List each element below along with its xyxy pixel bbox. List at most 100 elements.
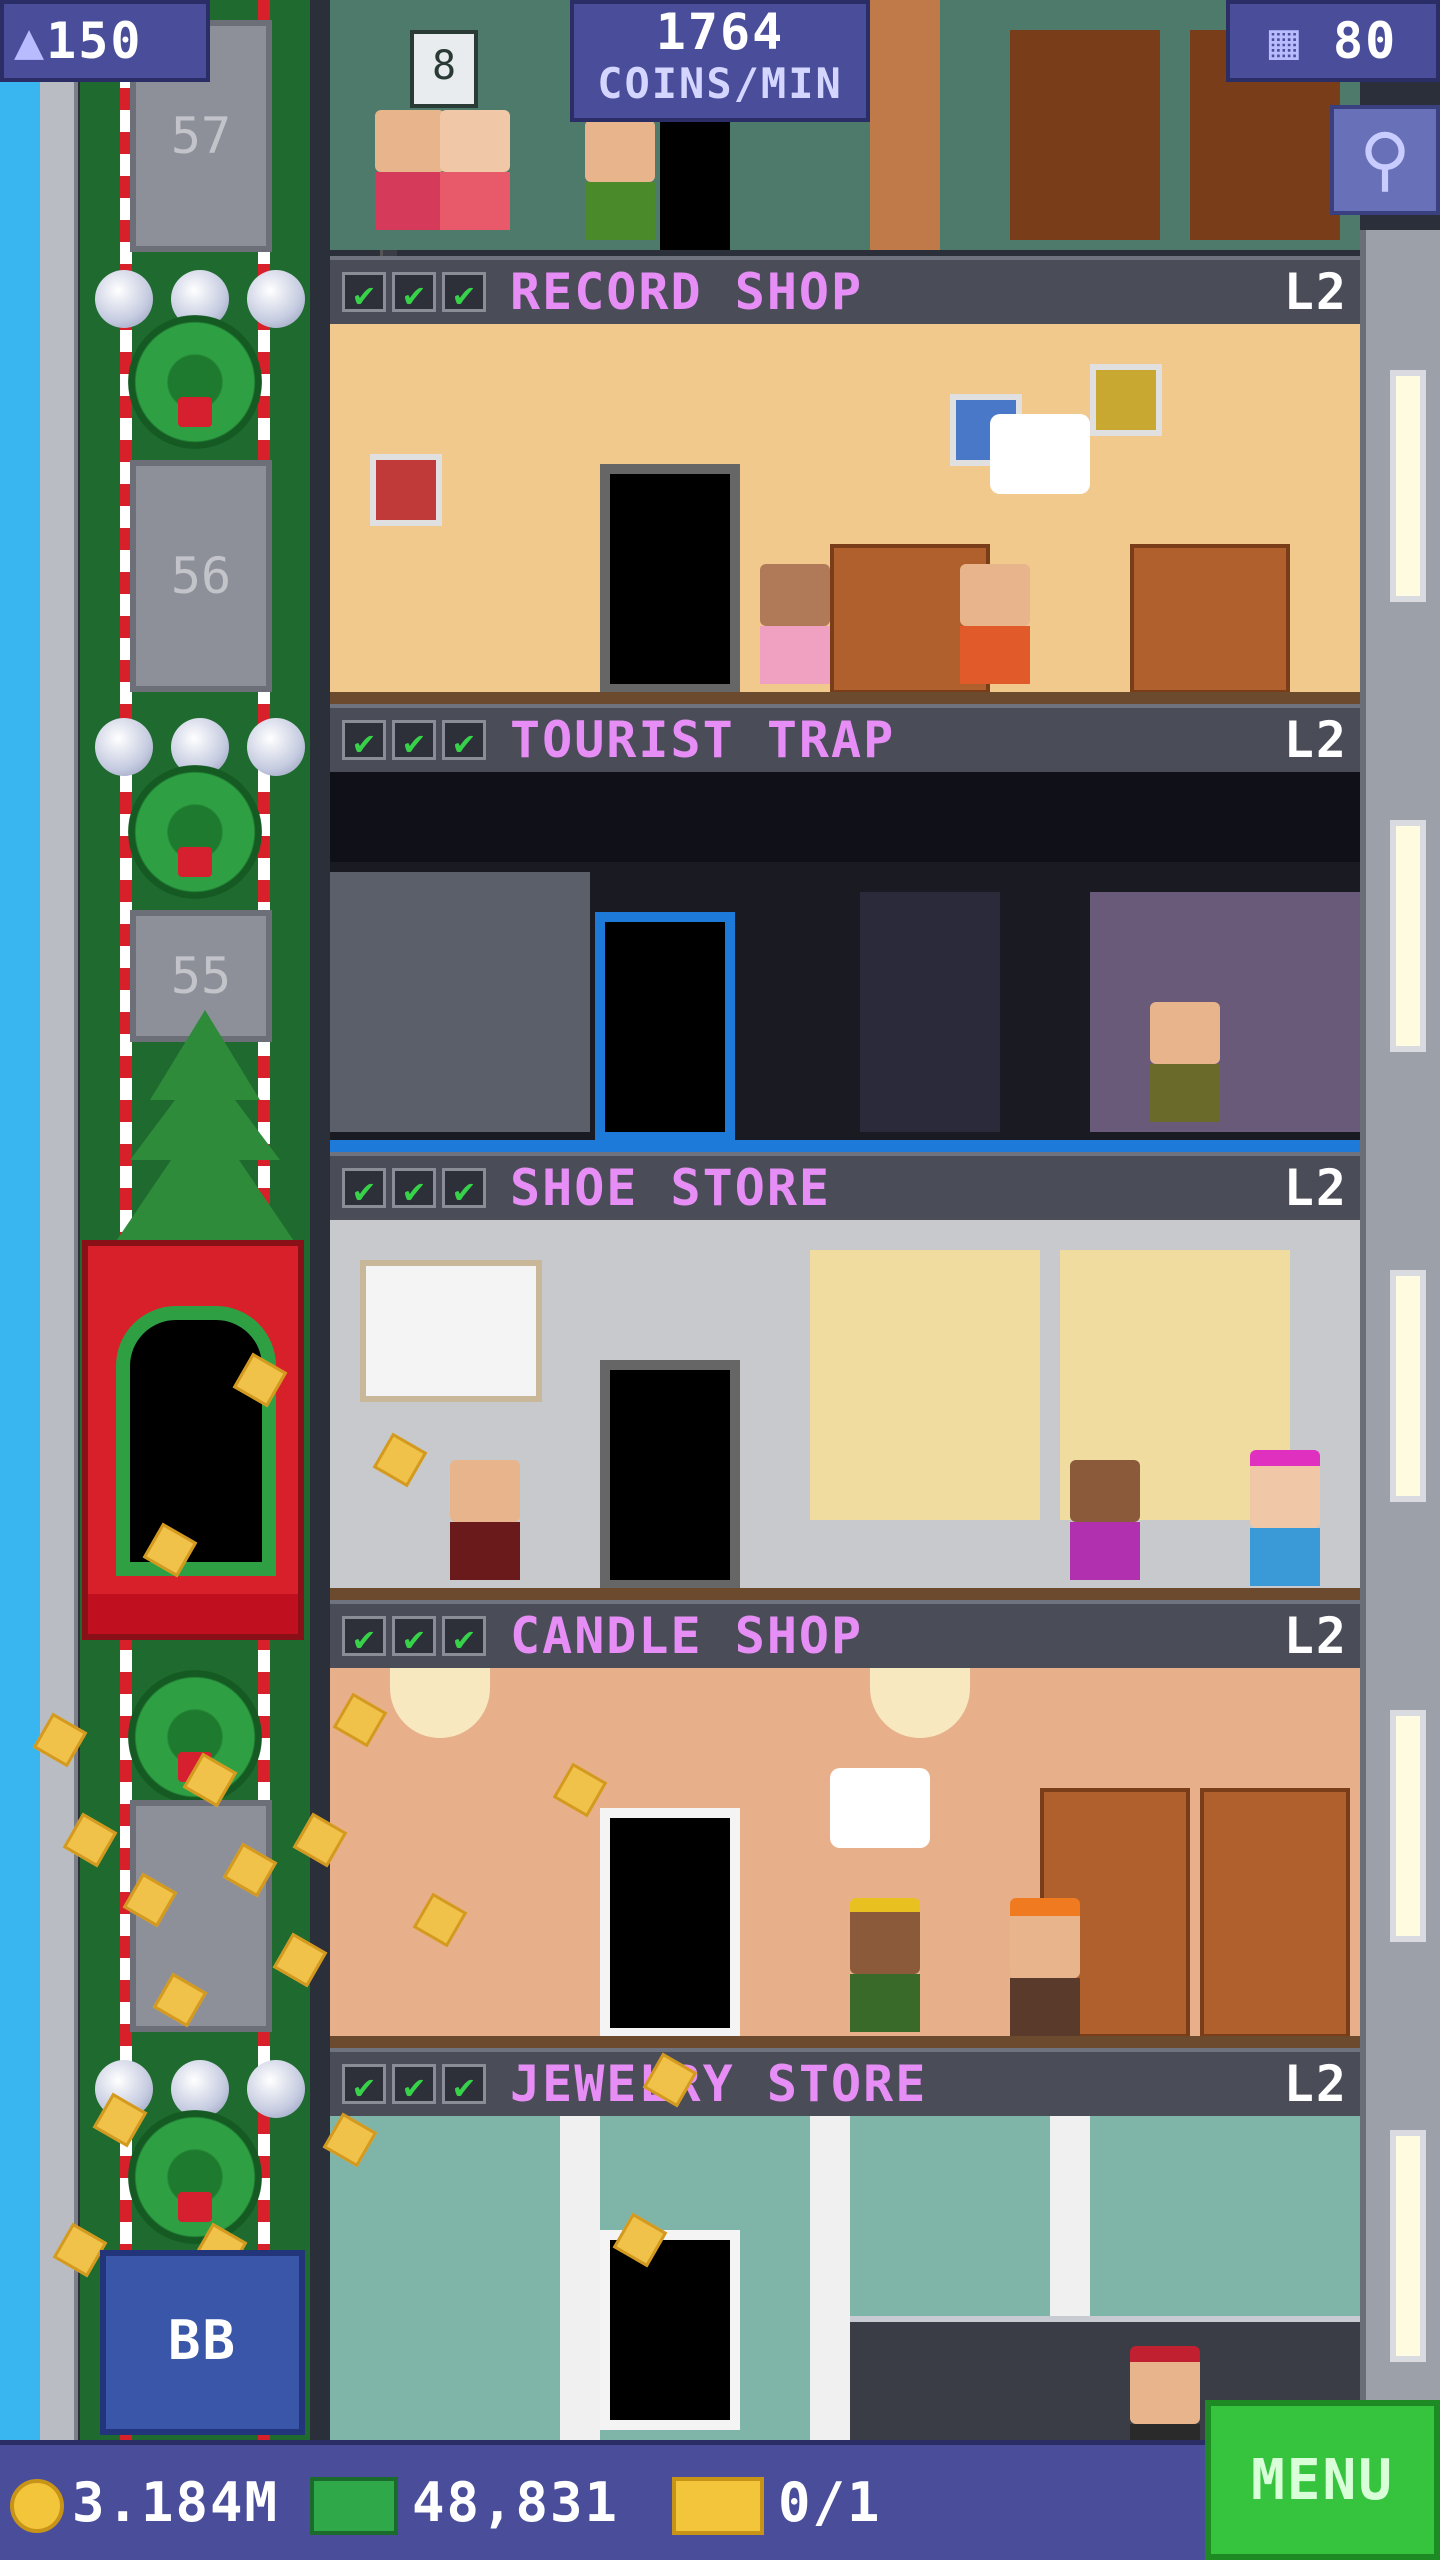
check-icon: ✔	[442, 1616, 486, 1659]
bitizen[interactable]	[375, 110, 445, 230]
floor-count-value: 80	[1333, 12, 1398, 70]
floor-counter[interactable]: ▦ 80	[1226, 0, 1440, 82]
coins-value: 3.184M	[72, 2471, 280, 2534]
coins-per-min-value: 1764	[655, 3, 785, 61]
bitizen[interactable]	[585, 120, 655, 240]
room-door	[600, 1808, 740, 2038]
menu-button[interactable]: MENU	[1205, 2400, 1440, 2560]
window	[1390, 820, 1426, 1052]
bitbook-button[interactable]: BB	[100, 2250, 305, 2435]
floor-tourist-trap[interactable]: ✔ ✔ ✔ TOURIST TRAP L2	[330, 704, 1360, 1152]
bitizen[interactable]	[960, 564, 1030, 684]
stock-checks: ✔ ✔ ✔	[342, 1616, 486, 1659]
ceiling-lamp	[870, 1668, 970, 1738]
floor-shoe-store[interactable]: ✔ ✔ ✔ SHOE STORE L2	[330, 1152, 1360, 1600]
floor-record-shop[interactable]: ✔ ✔ ✔ RECORD SHOP L2	[330, 256, 1360, 704]
bitizen[interactable]	[1250, 1450, 1320, 1586]
bitizen[interactable]	[1010, 1898, 1080, 2036]
elevator-door	[116, 1306, 276, 1576]
check-icon: ✔	[342, 1168, 386, 1211]
floor-name: RECORD SHOP	[510, 263, 864, 321]
check-icon: ✔	[442, 272, 486, 315]
bitizen[interactable]	[850, 1898, 920, 2032]
floor-banner: ✔ ✔ ✔ RECORD SHOP L2	[330, 256, 1360, 328]
bitizen[interactable]	[1130, 2346, 1200, 2440]
check-icon: ✔	[442, 2064, 486, 2107]
elevator-base	[88, 1594, 298, 1634]
floor-ground	[330, 2036, 1360, 2048]
floor-banner: ✔ ✔ ✔ SHOE STORE L2	[330, 1152, 1360, 1224]
room-door	[600, 2230, 740, 2430]
floor-banner: ✔ ✔ ✔ TOURIST TRAP L2	[330, 704, 1360, 776]
souvenir-rack	[860, 892, 1000, 1132]
room-interior[interactable]	[330, 324, 1360, 704]
bitizen[interactable]	[760, 564, 830, 684]
tickets-display[interactable]: 0/1	[672, 2445, 882, 2560]
coins-per-min: 1764 COINS/MIN	[570, 0, 870, 122]
floor-level: L2	[1283, 711, 1348, 769]
souvenir-display-row	[330, 772, 1360, 862]
elevator-car[interactable]	[82, 1240, 304, 1640]
sky-strip	[0, 0, 78, 2440]
floor-badge: 8	[410, 30, 478, 108]
check-icon: ✔	[342, 2064, 386, 2107]
wreath-icon	[128, 315, 262, 449]
check-icon: ✔	[392, 1616, 436, 1659]
check-icon: ✔	[342, 1616, 386, 1659]
drain-pipe	[40, 0, 78, 2440]
window	[1390, 370, 1426, 602]
magnifier-icon: ⚲	[1359, 118, 1411, 200]
window	[1390, 1710, 1426, 1942]
room-interior[interactable]	[330, 1220, 1360, 1600]
record-shelf	[1130, 544, 1290, 694]
check-icon: ✔	[342, 720, 386, 763]
ceiling-lamp	[390, 1668, 490, 1738]
check-icon: ✔	[342, 272, 386, 315]
floor-level: L2	[1283, 2055, 1348, 2113]
bux-icon	[310, 2477, 398, 2536]
floor-jewelry-store[interactable]: ✔ ✔ ✔ JEWELRY STORE L2	[330, 2048, 1360, 2440]
bux-value: 48,831	[412, 2471, 620, 2534]
bitizen[interactable]	[1150, 1002, 1220, 1122]
candle-shelf	[1200, 1788, 1350, 2038]
person-icon: ▲	[14, 12, 47, 70]
check-icon: ✔	[442, 720, 486, 763]
room-door	[600, 1360, 740, 1590]
room-interior[interactable]	[330, 2116, 1360, 2440]
speech-bubble[interactable]	[830, 1768, 930, 1848]
stock-checks: ✔ ✔ ✔	[342, 2064, 486, 2107]
bitizen[interactable]	[440, 110, 510, 230]
floor-name: SHOE STORE	[510, 1159, 832, 1217]
building-icon: ▦	[1268, 12, 1301, 70]
room-door	[660, 120, 730, 250]
floor-name: TOURIST TRAP	[510, 711, 896, 769]
wreath-icon	[128, 2110, 262, 2244]
check-icon: ✔	[392, 1168, 436, 1211]
coins-display[interactable]: 3.184M	[10, 2445, 279, 2560]
speech-bubble[interactable]	[990, 414, 1090, 494]
floor-ground	[330, 692, 1360, 704]
check-icon: ✔	[392, 2064, 436, 2107]
room-interior[interactable]	[330, 772, 1360, 1152]
room-door	[595, 912, 735, 1142]
population-counter[interactable]: ▲150	[0, 0, 210, 82]
shoe-wall	[810, 1250, 1040, 1520]
window	[1390, 2130, 1426, 2362]
bitizen[interactable]	[1070, 1460, 1140, 1580]
floor-ground	[330, 1140, 1360, 1152]
wreath-icon	[128, 765, 262, 899]
floor-level: L2	[1283, 1159, 1348, 1217]
check-icon: ✔	[392, 720, 436, 763]
bux-display[interactable]: 48,831	[310, 2445, 619, 2560]
bitizen[interactable]	[450, 1460, 520, 1580]
floor-level: L2	[1283, 1607, 1348, 1665]
room-door	[600, 464, 740, 694]
display-case	[1090, 892, 1360, 1132]
search-button[interactable]: ⚲	[1330, 105, 1440, 215]
floor-candle-shop[interactable]: ✔ ✔ ✔ CANDLE SHOP L2	[330, 1600, 1360, 2048]
room-interior[interactable]	[330, 1668, 1360, 2048]
coins-per-min-unit: COINS/MIN	[597, 59, 843, 108]
floor-name: JEWELRY STORE	[510, 2055, 928, 2113]
stock-checks: ✔ ✔ ✔	[342, 1168, 486, 1211]
floor-banner: ✔ ✔ ✔ JEWELRY STORE L2	[330, 2048, 1360, 2120]
